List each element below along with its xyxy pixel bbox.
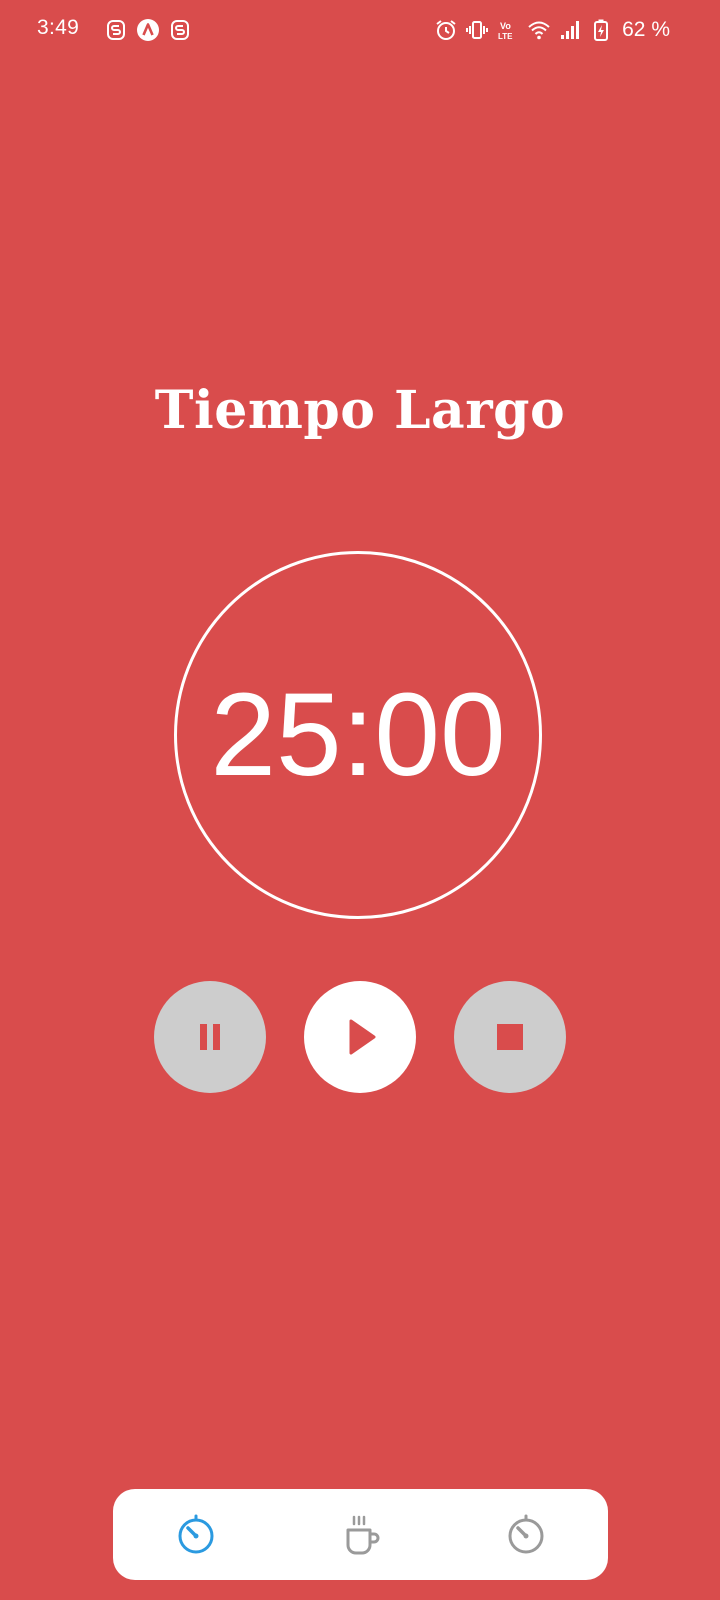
status-left-icons bbox=[104, 18, 192, 42]
notification-s-icon bbox=[171, 20, 189, 40]
nav-item-break[interactable] bbox=[316, 1495, 406, 1575]
wifi-icon bbox=[528, 21, 550, 40]
battery-charging-icon bbox=[594, 19, 609, 41]
nav-item-short-timer[interactable] bbox=[481, 1495, 571, 1575]
timer-icon bbox=[508, 1514, 543, 1553]
timer-icon bbox=[178, 1514, 213, 1553]
notification-s-icon bbox=[107, 20, 125, 40]
status-time: 3:49 bbox=[37, 16, 80, 39]
signal-icon bbox=[561, 21, 580, 39]
pause-icon bbox=[200, 1024, 220, 1050]
nav-item-long-timer[interactable] bbox=[151, 1495, 241, 1575]
play-icon bbox=[349, 1019, 376, 1055]
app-a-icon bbox=[137, 19, 159, 41]
stop-button[interactable] bbox=[454, 981, 566, 1093]
status-right-icons: Vo LTE 62 % bbox=[434, 16, 670, 44]
svg-text:LTE: LTE bbox=[498, 32, 513, 41]
svg-text:Vo: Vo bbox=[500, 21, 511, 31]
play-button[interactable] bbox=[304, 981, 416, 1093]
timer-display: 25:00 bbox=[210, 669, 506, 801]
pause-button[interactable] bbox=[154, 981, 266, 1093]
stop-icon bbox=[497, 1024, 523, 1050]
coffee-cup-icon bbox=[346, 1515, 379, 1554]
battery-percent: 62 % bbox=[622, 18, 670, 41]
status-bar: 3:49 Vo LTE 62 % bbox=[0, 0, 720, 62]
page-title: Tiempo Largo bbox=[154, 380, 566, 441]
alarm-icon bbox=[436, 20, 456, 40]
bottom-nav bbox=[113, 1489, 608, 1580]
volte-icon: Vo LTE bbox=[498, 21, 513, 41]
vibrate-icon bbox=[466, 21, 489, 39]
